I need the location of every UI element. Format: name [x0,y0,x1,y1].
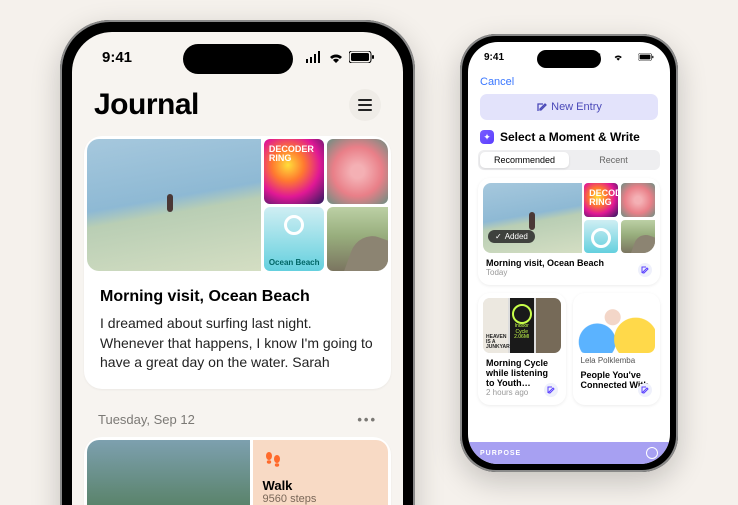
activity-label: Walk [263,478,378,493]
contact-name: Lela Polklemba [581,356,653,365]
battery-icon [349,51,375,63]
entry-media-grid: Ocean Beach [84,136,391,274]
wifi-icon [328,51,344,63]
moment-card[interactable]: Morning Cycle while listening to Youth… … [478,293,566,405]
large-iphone-mockup: 9:41 Journal [60,20,415,505]
refresh-icon[interactable] [646,447,658,459]
contact-photo [578,298,656,353]
small-iphone-mockup: 9:41 Cancel New Entry ✦ Select a Moment … [460,34,678,472]
album-art-heaven-junkyard [483,298,508,353]
battery-icon [638,53,654,60]
cellular-icon [305,51,323,63]
section-title: Select a Moment & Write [500,130,640,144]
filter-menu-button[interactable] [349,89,381,121]
location-tile-ocean-beach[interactable]: Ocean Beach [264,207,325,272]
landscape-photo[interactable] [87,440,250,505]
added-badge: ✓ Added [488,230,535,243]
compose-icon [536,102,547,113]
podcast-art-decoder-ring [584,183,618,217]
check-icon: ✓ [495,232,502,241]
road-photo [621,220,655,254]
date-section-header: Tuesday, Sep 12 ••• [84,401,391,437]
footsteps-icon [263,450,378,476]
dynamic-island [537,50,601,68]
segment-recommended[interactable]: Recommended [480,152,569,168]
write-icon[interactable] [638,263,652,277]
activity-tile-walk[interactable]: Walk 9560 steps [253,440,388,505]
entry-body: I dreamed about surfing last night. When… [100,314,375,373]
moment-card[interactable]: ✓ Added Morning visit, Ocean Beach Today [478,178,660,285]
bottom-bar[interactable]: PURPOSE [468,442,670,464]
wifi-icon [613,53,623,60]
journal-entry-card[interactable]: Ocean Beach Morning visit, Ocean Beach I… [84,136,391,389]
location-tile-ocean-beach [584,220,618,254]
entry-title: Morning visit, Ocean Beach [100,288,375,306]
moment-title: Morning visit, Ocean Beach [486,258,652,268]
podcast-art-decoder-ring[interactable] [264,139,325,204]
page-title: Journal [94,88,199,122]
section-date: Tuesday, Sep 12 [98,412,195,427]
new-entry-button[interactable]: New Entry [480,94,658,120]
sparkle-icon: ✦ [480,130,494,144]
cancel-button[interactable]: Cancel [480,72,514,94]
bottom-bar-label: PURPOSE [480,450,521,457]
segmented-control[interactable]: Recommended Recent [478,150,660,170]
more-button[interactable]: ••• [357,412,377,427]
workout-tile-indoor-cycle [510,298,535,353]
segment-recent[interactable]: Recent [569,152,658,168]
beach-photo[interactable] [87,139,261,271]
write-icon[interactable] [638,383,652,397]
moment-card[interactable]: Lela Polklemba People You've Connected W… [573,293,661,405]
road-photo[interactable] [327,207,388,272]
shell-photo[interactable] [327,139,388,204]
status-time: 9:41 [102,49,132,66]
album-art-prizefighter [536,298,561,353]
moment-timestamp: Today [486,268,652,277]
activity-steps: 9560 steps [263,493,378,505]
shell-photo [621,183,655,217]
dynamic-island [183,44,293,74]
status-time: 9:41 [484,52,504,63]
write-icon[interactable] [544,383,558,397]
section-header: ✦ Select a Moment & Write [468,120,670,150]
journal-entry-card[interactable]: Walk 9560 steps [84,437,391,505]
